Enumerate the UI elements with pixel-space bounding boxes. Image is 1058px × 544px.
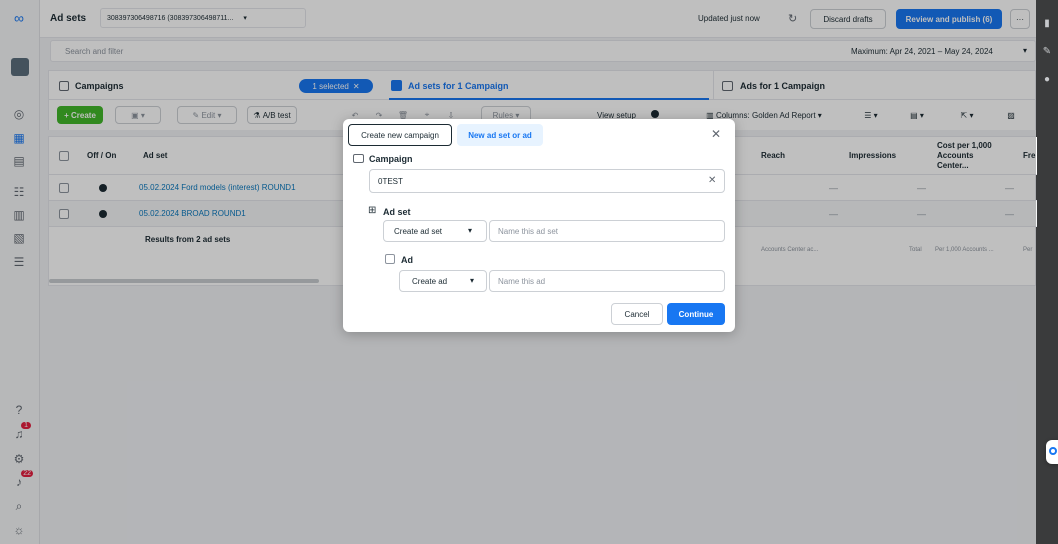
adset-grid-icon: ⊞ [368, 205, 377, 216]
cancel-button[interactable]: Cancel [611, 303, 663, 325]
info-icon[interactable]: ● [1041, 74, 1053, 86]
adset-name-placeholder: Name this ad set [498, 227, 559, 236]
campaign-label: Campaign [369, 154, 413, 164]
ad-name-input[interactable]: Name this ad [489, 270, 725, 292]
adset-name-input[interactable]: Name this ad set [489, 220, 725, 242]
create-dialog: Create new campaign New ad set or ad ✕ C… [343, 119, 735, 332]
adset-type-select[interactable]: Create ad set ▾ [383, 220, 487, 242]
ad-checkbox[interactable] [385, 254, 395, 264]
campaign-field[interactable]: 0TEST ✕ [369, 169, 725, 193]
pencil-icon[interactable]: ✎ [1041, 46, 1053, 58]
ad-type-select[interactable]: Create ad ▾ [399, 270, 487, 292]
close-icon[interactable]: ✕ [711, 127, 721, 141]
chevron-down-icon: ▾ [470, 276, 475, 285]
chevron-down-icon: ▾ [468, 226, 473, 235]
folder-icon [353, 154, 364, 163]
tab-create-new-campaign[interactable]: Create new campaign [348, 124, 452, 146]
tab-new-adset-or-ad[interactable]: New ad set or ad [457, 124, 543, 146]
continue-button[interactable]: Continue [667, 303, 725, 325]
floating-assistant-widget[interactable] [1046, 440, 1058, 464]
adset-label: Ad set [383, 207, 411, 217]
campaign-field-value: 0TEST [378, 177, 403, 186]
ad-name-placeholder: Name this ad [498, 277, 546, 286]
chart-icon[interactable]: ▮ [1041, 18, 1053, 30]
assistant-icon [1049, 447, 1057, 455]
ad-type-select-value: Create ad [412, 277, 448, 286]
clear-icon[interactable]: ✕ [708, 175, 716, 186]
ad-label: Ad [401, 255, 413, 265]
adset-type-select-value: Create ad set [394, 227, 443, 236]
